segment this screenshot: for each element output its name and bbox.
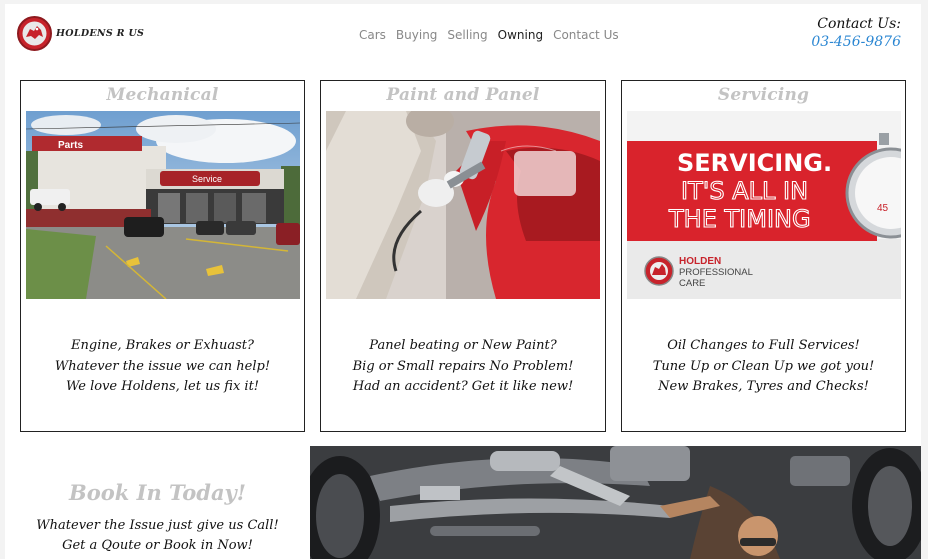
card-line: Had an accident? Get it like new! (352, 379, 574, 394)
nav-cars[interactable]: Cars (359, 28, 386, 42)
contact-phone-link[interactable]: 03-456-9876 (811, 34, 901, 50)
card-description: Engine, Brakes or Exhuast? Whatever the … (21, 336, 304, 398)
promo-headline-3: THE TIMING (668, 205, 811, 233)
paint-spraying-image (326, 111, 600, 299)
card-line: New Brakes, Tyres and Checks! (658, 379, 869, 394)
mechanic-under-car-image (310, 446, 921, 559)
parts-sign-label: Parts (58, 140, 83, 151)
card-line: Big or Small repairs No Problem! (352, 358, 574, 374)
card-title: Paint and Panel (386, 85, 540, 105)
holden-lion-icon (17, 16, 52, 51)
service-card-mechanical: Mechanical Parts Service Engine, Brakes … (20, 80, 305, 432)
card-title: Servicing (717, 85, 810, 105)
card-description: Oil Changes to Full Services! Tune Up or… (622, 336, 905, 398)
card-line: Engine, Brakes or Exhuast? (71, 338, 254, 353)
nav-owning[interactable]: Owning (498, 28, 543, 42)
page: HOLDENS R US Cars Buying Selling Owning … (5, 4, 921, 559)
card-line: Panel beating or New Paint? (369, 338, 557, 353)
promo-headline-1: SERVICING. (677, 149, 832, 177)
mechanical-workshop-image: Parts Service (26, 111, 300, 299)
timer-value: 45 (877, 203, 889, 214)
service-card-paint-and-panel: Paint and Panel Panel beating or New Pai… (320, 80, 606, 432)
booking-line: Whatever the Issue just give us Call! (36, 518, 279, 533)
nav-contact-us[interactable]: Contact Us (553, 28, 619, 42)
card-title: Mechanical (106, 85, 219, 105)
card-description: Panel beating or New Paint? Big or Small… (321, 336, 605, 398)
nav-buying[interactable]: Buying (396, 28, 438, 42)
site-logo[interactable]: HOLDENS R US (17, 16, 144, 51)
holden-label: HOLDEN (679, 256, 721, 267)
service-card-servicing: Servicing SERVICING. IT'S ALL IN THE TIM… (621, 80, 906, 432)
contact-label: Contact Us: (817, 16, 901, 32)
care-label: CARE (679, 278, 705, 289)
card-line: Oil Changes to Full Services! (667, 338, 860, 353)
card-line: We love Holdens, let us fix it! (65, 379, 260, 394)
card-line: Whatever the issue we can help! (54, 358, 271, 374)
booking-line: Get a Qoute or Book in Now! (62, 538, 253, 553)
nav-selling[interactable]: Selling (447, 28, 487, 42)
contact-block: Contact Us: 03-456-9876 (811, 16, 901, 50)
promo-headline-2: IT'S ALL IN (681, 177, 808, 205)
card-line: Tune Up or Clean Up we got you! (652, 358, 875, 374)
brand-name: HOLDENS R US (56, 28, 145, 39)
booking-description: Whatever the Issue just give us Call! Ge… (5, 516, 310, 556)
service-sign-label: Service (192, 174, 222, 184)
servicing-promo-image: SERVICING. IT'S ALL IN THE TIMING 45 HOL… (627, 111, 901, 299)
main-nav: Cars Buying Selling Owning Contact Us (359, 28, 619, 42)
professional-label: PROFESSIONAL (679, 267, 753, 278)
booking-title: Book In Today! (69, 480, 246, 505)
